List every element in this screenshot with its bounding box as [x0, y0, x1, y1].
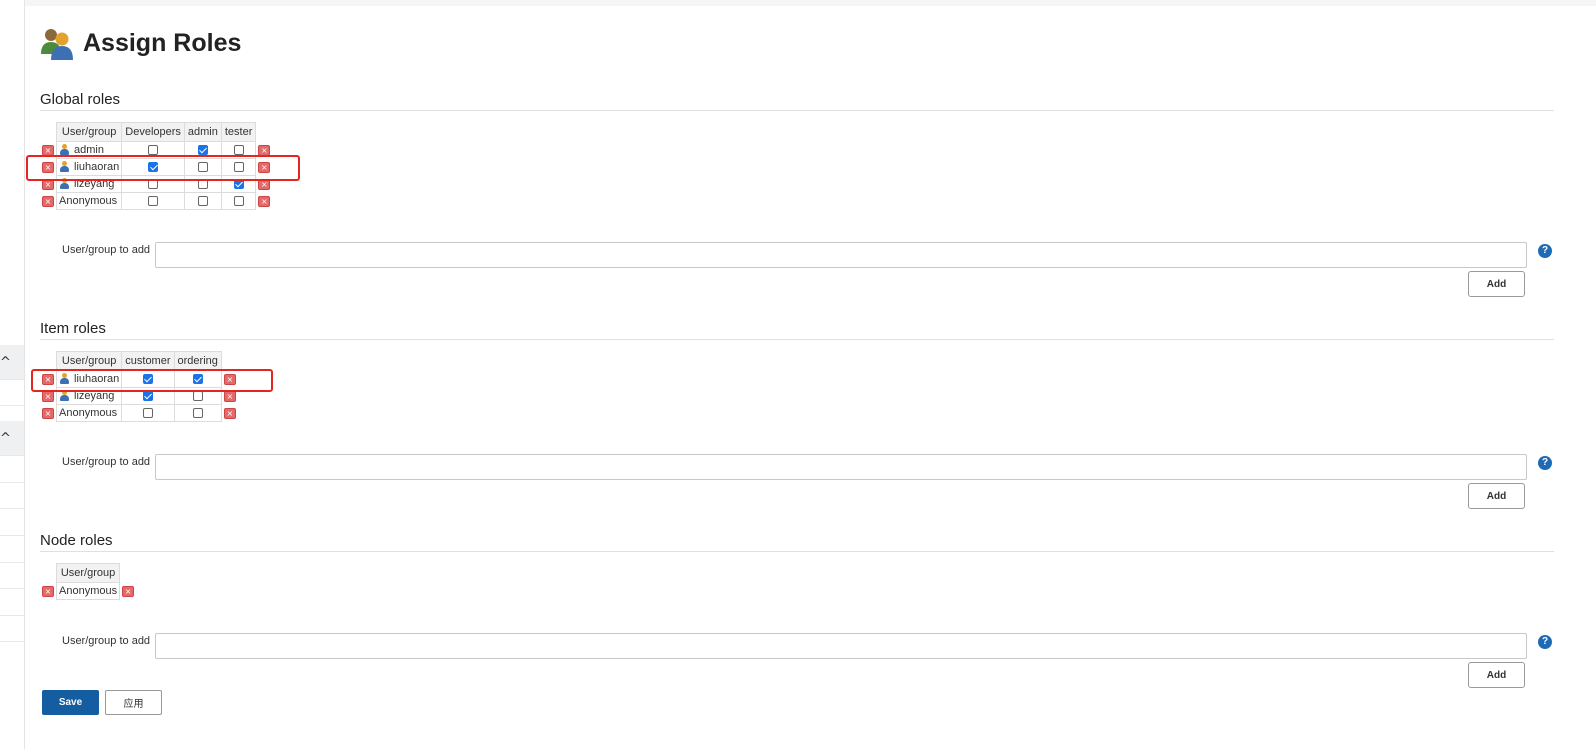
add-user-label: User/group to add — [62, 244, 151, 256]
spacer-cell — [40, 564, 57, 583]
node-roles-title: Node roles — [40, 532, 113, 549]
column-header: User/group — [55, 351, 123, 371]
delete-icon[interactable]: × — [42, 585, 54, 597]
role-checkbox[interactable] — [148, 145, 159, 156]
column-header: Developers — [121, 122, 185, 142]
role-checkbox[interactable] — [192, 391, 203, 402]
delete-cell: × — [40, 583, 57, 600]
header-row: User/group customer ordering — [40, 351, 238, 371]
global-add-button[interactable]: Add — [1468, 271, 1525, 297]
delete-icon[interactable]: × — [122, 585, 135, 597]
delete-cell: × — [120, 583, 137, 600]
side-divider — [0, 535, 24, 536]
table-row: × Anonymous × — [40, 582, 137, 600]
side-panel: ^ ^ — [0, 0, 25, 749]
users-icon — [40, 26, 74, 60]
item-roles-title: Item roles — [40, 320, 106, 337]
user-icon — [60, 144, 69, 155]
table-row: × Anonymous × — [40, 404, 238, 422]
delete-icon[interactable]: × — [42, 195, 54, 207]
section-divider — [40, 551, 1554, 552]
node-roles-table: User/group × Anonymous × — [40, 563, 136, 600]
column-header: User/group — [55, 122, 123, 142]
column-header: customer — [121, 351, 175, 371]
side-divider — [0, 562, 24, 563]
side-divider — [0, 379, 24, 380]
column-header: User/group — [55, 563, 121, 583]
collapse-caret-icon[interactable]: ^ — [0, 356, 11, 370]
global-user-to-add-input[interactable] — [155, 242, 1527, 268]
delete-icon[interactable]: × — [42, 407, 54, 419]
delete-cell: × — [40, 193, 57, 210]
help-icon[interactable]: ? — [1538, 635, 1552, 649]
delete-cell: × — [221, 405, 238, 422]
node-add-button[interactable]: Add — [1468, 662, 1525, 688]
delete-cell: × — [40, 405, 57, 422]
column-header: ordering — [173, 351, 222, 371]
delete-cell: × — [256, 193, 273, 210]
role-cell — [121, 192, 185, 210]
page-header: Assign Roles — [40, 26, 241, 60]
role-cell — [183, 192, 222, 210]
role-cell — [173, 404, 222, 422]
save-button[interactable]: Save — [42, 690, 99, 715]
role-checkbox[interactable] — [233, 196, 244, 207]
side-divider — [0, 482, 24, 483]
delete-icon[interactable]: × — [42, 390, 54, 402]
delete-icon[interactable]: × — [258, 144, 271, 156]
section-divider — [40, 110, 1554, 111]
highlight-box — [31, 369, 273, 392]
role-cell — [121, 404, 175, 422]
collapse-caret-icon[interactable]: ^ — [0, 432, 11, 446]
header-row: User/group — [40, 563, 136, 583]
table-row: × Anonymous × — [40, 192, 273, 210]
side-divider — [0, 641, 24, 642]
delete-icon[interactable]: × — [223, 390, 236, 402]
side-divider — [0, 508, 24, 509]
role-cell — [220, 192, 257, 210]
help-icon[interactable]: ? — [1538, 244, 1552, 258]
spacer-cell — [40, 352, 57, 371]
role-checkbox[interactable] — [197, 145, 208, 156]
add-user-label: User/group to add — [62, 635, 151, 647]
add-user-label: User/group to add — [62, 456, 151, 468]
global-roles-title: Global roles — [40, 91, 121, 108]
user-name: Anonymous — [59, 407, 118, 419]
side-divider — [0, 455, 24, 456]
highlight-box — [26, 155, 300, 181]
delete-icon[interactable]: × — [223, 407, 236, 419]
item-user-to-add-input[interactable] — [155, 454, 1527, 480]
header-row: User/group Developers admin tester — [40, 122, 272, 142]
role-checkbox[interactable] — [148, 196, 159, 207]
delete-icon[interactable]: × — [258, 195, 271, 207]
apply-button[interactable]: 应用 — [105, 690, 162, 715]
spacer-cell — [40, 123, 57, 142]
user-name: Anonymous — [59, 195, 118, 207]
top-strip — [0, 0, 1596, 6]
page-title: Assign Roles — [83, 28, 242, 57]
user-cell: Anonymous — [55, 582, 121, 600]
delete-icon[interactable]: × — [42, 144, 54, 156]
side-divider — [0, 405, 24, 406]
user-cell: Anonymous — [55, 192, 123, 210]
user-name: Anonymous — [59, 585, 118, 597]
item-add-button[interactable]: Add — [1468, 483, 1525, 509]
role-checkbox[interactable] — [197, 196, 208, 207]
role-checkbox[interactable] — [192, 408, 203, 419]
side-divider — [0, 615, 24, 616]
side-divider — [0, 588, 24, 589]
role-checkbox[interactable] — [142, 408, 153, 419]
help-icon[interactable]: ? — [1538, 456, 1552, 470]
section-divider — [40, 339, 1554, 340]
column-header: tester — [220, 122, 257, 142]
role-checkbox[interactable] — [233, 145, 244, 156]
role-checkbox[interactable] — [142, 391, 153, 402]
column-header: admin — [183, 122, 222, 142]
node-user-to-add-input[interactable] — [155, 633, 1527, 659]
user-cell: Anonymous — [55, 404, 123, 422]
